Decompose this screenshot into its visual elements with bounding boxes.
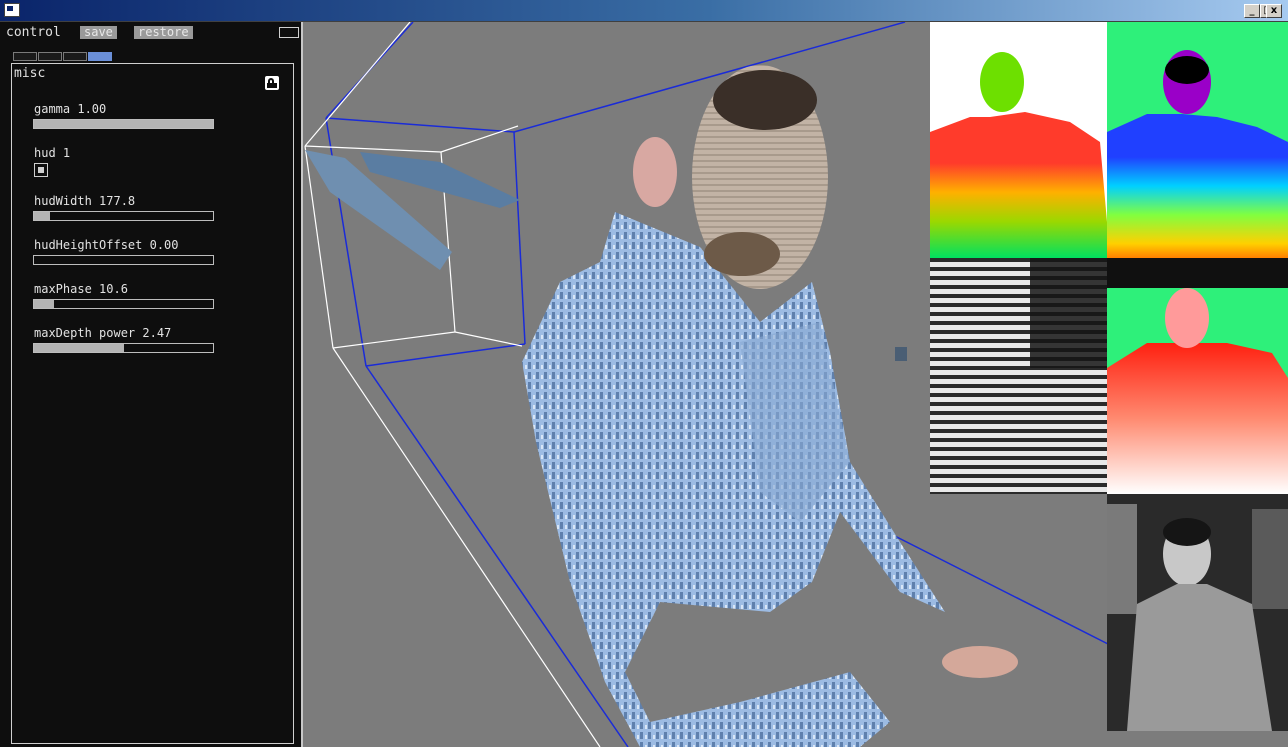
tab-3[interactable] bbox=[63, 52, 87, 61]
slider-fill bbox=[34, 120, 213, 128]
gamma-label: gamma 1.00 bbox=[34, 102, 107, 116]
hue-depth-thumbnail-2 bbox=[1107, 22, 1288, 258]
control-title: control bbox=[6, 25, 61, 40]
maxphase-slider[interactable] bbox=[33, 299, 214, 309]
hue-depth-thumbnail-1 bbox=[930, 22, 1107, 258]
save-button[interactable]: save bbox=[80, 26, 117, 39]
panel-collapse-button[interactable] bbox=[279, 27, 299, 38]
gamma-slider[interactable] bbox=[33, 119, 214, 129]
hudwidth-slider[interactable] bbox=[33, 211, 214, 221]
misc-group: misc bbox=[11, 63, 294, 744]
close-icon[interactable]: x bbox=[1266, 4, 1282, 18]
slider-fill bbox=[34, 344, 124, 352]
window-title-bar: _ □ x bbox=[0, 0, 1288, 22]
maxdepth-power-slider[interactable] bbox=[33, 343, 214, 353]
torso-shape bbox=[522, 212, 945, 747]
phase-stripes-thumbnail bbox=[930, 258, 1107, 494]
minimize-icon[interactable]: _ bbox=[1244, 4, 1260, 18]
group-label: misc bbox=[14, 66, 46, 81]
hudwidth-label: hudWidth 177.8 bbox=[34, 194, 136, 208]
tab-1[interactable] bbox=[13, 52, 37, 61]
slider-fill bbox=[34, 300, 54, 308]
noise-point bbox=[895, 347, 907, 361]
hudheightoffset-slider[interactable] bbox=[33, 255, 214, 265]
app-window-icon[interactable] bbox=[4, 3, 20, 17]
maxdepth-power-label: maxDepth power 2.47 bbox=[34, 326, 172, 340]
camera-grayscale-thumbnail bbox=[1107, 494, 1288, 731]
depth-color-thumbnail bbox=[1107, 258, 1288, 494]
chair-fragment bbox=[305, 150, 520, 270]
control-panel: control save restore misc gamma 1.00 hud… bbox=[0, 22, 303, 747]
tab-misc[interactable] bbox=[88, 52, 112, 61]
hand-shape bbox=[942, 646, 1018, 678]
hud-label: hud 1 bbox=[34, 146, 71, 160]
restore-button[interactable]: restore bbox=[134, 26, 193, 39]
tab-2[interactable] bbox=[38, 52, 62, 61]
maxphase-label: maxPhase 10.6 bbox=[34, 282, 128, 296]
hud-checkbox[interactable] bbox=[34, 163, 48, 177]
slider-fill bbox=[34, 212, 51, 220]
hudheightoffset-label: hudHeightOffset 0.00 bbox=[34, 238, 179, 252]
lock-icon[interactable] bbox=[265, 76, 279, 90]
